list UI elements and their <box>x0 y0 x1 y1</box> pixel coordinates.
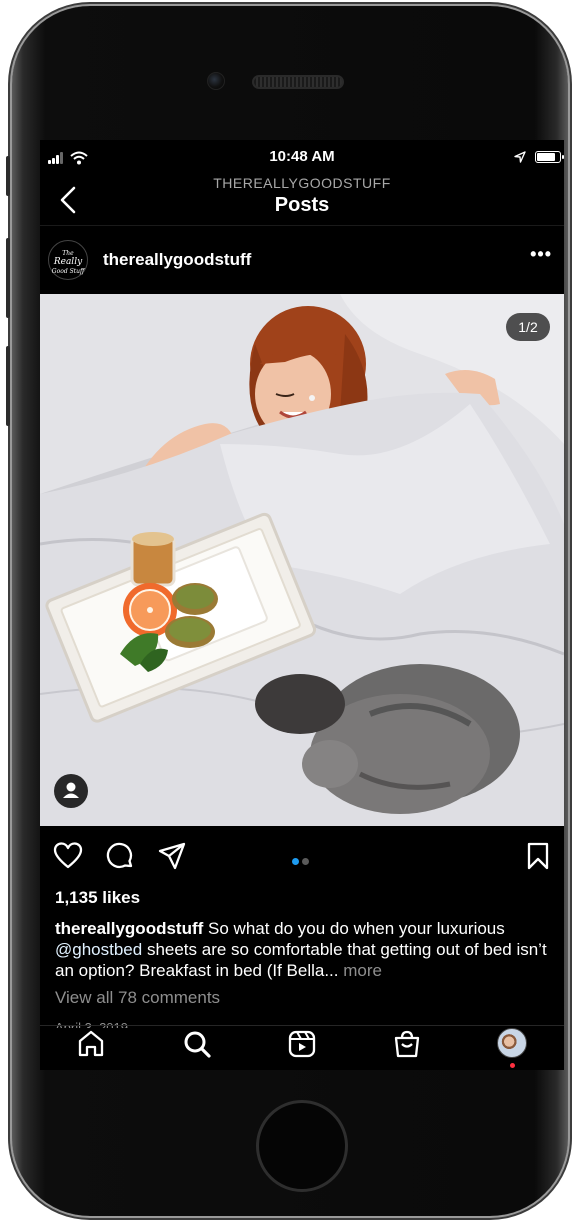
view-comments-link[interactable]: View all 78 comments <box>55 988 220 1008</box>
image-counter: 1/2 <box>506 313 550 341</box>
photo-illustration <box>40 294 564 826</box>
carousel-indicator <box>292 852 312 870</box>
mute-switch <box>6 156 10 196</box>
app-screen: 10:48 AM THEREALLYGOODSTUFF Posts The Re… <box>40 140 564 1070</box>
caption-mention[interactable]: @ghostbed <box>55 940 142 959</box>
svg-text:Really: Really <box>53 257 83 267</box>
post-photo[interactable]: 1/2 <box>40 294 564 826</box>
page-header: THEREALLYGOODSTUFF Posts <box>40 174 564 226</box>
person-icon <box>63 782 79 798</box>
carousel-dot <box>292 858 299 865</box>
status-bar: 10:48 AM <box>40 140 564 174</box>
post-header: The Really Good Stuff thereallygoodstuff… <box>40 230 564 290</box>
earpiece-speaker <box>252 75 344 89</box>
header-account-name: THEREALLYGOODSTUFF <box>213 175 391 191</box>
reels-icon[interactable] <box>286 1028 318 1060</box>
page-title: Posts <box>274 194 330 216</box>
svg-text:The: The <box>62 250 74 257</box>
home-button[interactable] <box>256 1100 348 1192</box>
bookmark-icon[interactable] <box>522 840 554 872</box>
comment-icon[interactable] <box>104 840 136 872</box>
caption-text: So what do you do when your luxurious <box>203 919 505 938</box>
post-username[interactable]: thereallygoodstuff <box>103 250 251 270</box>
more-options-icon[interactable]: ••• <box>530 244 552 265</box>
caption-more-link[interactable]: more <box>343 961 382 980</box>
battery-icon <box>535 151 564 163</box>
status-time: 10:48 AM <box>269 148 335 165</box>
battery-level <box>537 153 555 161</box>
likes-count[interactable]: 1,135 likes <box>55 888 140 908</box>
search-icon[interactable] <box>181 1028 213 1060</box>
avatar[interactable]: The Really Good Stuff <box>48 240 88 280</box>
volume-up-button <box>6 238 10 318</box>
profile-avatar[interactable] <box>497 1028 527 1058</box>
caption-username[interactable]: thereallygoodstuff <box>55 919 203 938</box>
tab-bar <box>40 1026 564 1070</box>
share-icon[interactable] <box>156 840 188 872</box>
brand-logo: The Really Good Stuff <box>52 250 86 275</box>
post-caption: thereallygoodstuff So what do you do whe… <box>55 918 555 981</box>
front-camera <box>207 72 225 90</box>
notification-dot <box>510 1063 515 1068</box>
post-actions <box>40 836 564 876</box>
heart-icon[interactable] <box>52 840 84 872</box>
home-icon[interactable] <box>75 1028 107 1060</box>
shop-icon[interactable] <box>391 1028 423 1060</box>
tagged-users-button[interactable] <box>54 774 88 808</box>
svg-text:Good Stuff: Good Stuff <box>52 268 86 275</box>
carousel-dot <box>302 858 309 865</box>
volume-down-button <box>6 346 10 426</box>
location-arrow-icon <box>514 151 526 163</box>
